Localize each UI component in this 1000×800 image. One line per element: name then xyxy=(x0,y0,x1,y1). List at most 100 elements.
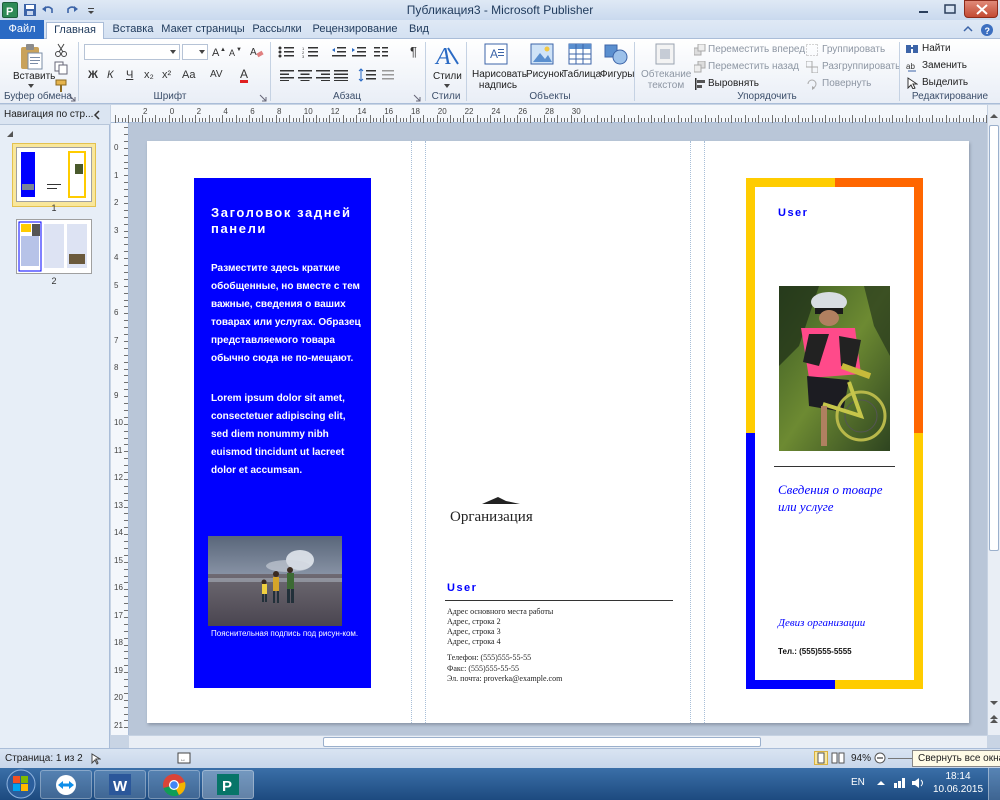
close-button[interactable] xyxy=(964,0,998,18)
tab-page-design[interactable]: Макет страницы xyxy=(160,22,246,39)
show-desktop-button[interactable] xyxy=(988,768,1000,800)
decrease-indent-icon[interactable] xyxy=(332,46,346,58)
tab-mailings[interactable]: Рассылки xyxy=(249,22,305,39)
back-panel-body-lorem[interactable]: Lorem ipsum dolor sit amet, consectetuer… xyxy=(211,390,363,480)
find-icon[interactable] xyxy=(906,43,918,55)
tab-review[interactable]: Рецензирование xyxy=(308,22,402,39)
italic-button[interactable]: К xyxy=(107,69,113,81)
show-paragraph-marks-button[interactable]: ¶ xyxy=(410,44,417,59)
select-icon[interactable] xyxy=(906,77,918,89)
subscript-button[interactable]: x₂ xyxy=(144,69,154,81)
font-name-combo[interactable] xyxy=(84,44,180,60)
table-icon[interactable] xyxy=(568,42,592,66)
underline-button[interactable]: Ч xyxy=(126,69,133,81)
back-panel-body-ru[interactable]: Разместите здесь краткие обобщенные, но … xyxy=(211,260,361,368)
network-icon[interactable] xyxy=(893,777,907,789)
minimize-ribbon-icon[interactable] xyxy=(962,23,974,35)
increase-indent-icon[interactable] xyxy=(352,46,366,58)
rotate-button[interactable]: Повернуть xyxy=(822,78,871,89)
shrink-font-icon[interactable]: A ▼ xyxy=(229,45,243,57)
horizontal-scrollbar[interactable] xyxy=(129,735,987,748)
beach-photo[interactable] xyxy=(208,536,342,626)
clock-time[interactable]: 18:14 xyxy=(936,771,980,782)
tab-view[interactable]: Вид xyxy=(404,22,434,39)
table-button[interactable]: Таблица xyxy=(562,69,601,80)
character-spacing-button[interactable]: AV xyxy=(210,69,223,80)
address-block[interactable]: Адрес основного места работы Адрес, стро… xyxy=(447,607,553,647)
organization-name[interactable]: Организация xyxy=(450,509,533,526)
horizontal-scroll-thumb[interactable] xyxy=(323,737,761,747)
front-user-name[interactable]: User xyxy=(778,207,808,219)
align-right-icon[interactable] xyxy=(316,69,330,81)
bold-button[interactable]: Ж xyxy=(88,69,98,81)
shapes-icon[interactable] xyxy=(604,42,628,66)
picture-button[interactable]: Рисунок xyxy=(526,69,564,80)
styles-dropdown-icon[interactable] xyxy=(444,84,450,88)
draw-textbox-icon[interactable]: A xyxy=(484,43,508,65)
collapse-nav-icon[interactable] xyxy=(92,109,102,121)
organization-logo-icon[interactable] xyxy=(482,497,520,505)
minimize-button[interactable] xyxy=(910,0,937,18)
volume-icon[interactable] xyxy=(911,777,925,789)
styles-button[interactable]: Стили xyxy=(433,71,462,82)
cursor-position-icon[interactable] xyxy=(91,753,101,765)
select-button[interactable]: Выделить xyxy=(922,77,968,88)
middle-user-name[interactable]: User xyxy=(447,582,477,594)
cut-icon[interactable] xyxy=(54,43,68,57)
send-backward-button[interactable]: Переместить назад xyxy=(708,61,799,72)
horizontal-ruler[interactable]: 2 0 2 4 6 8 10 12 14 16 18 20 22 24 26 28 30 xyxy=(111,105,1000,123)
replace-icon[interactable]: ab xyxy=(906,60,918,72)
styles-icon[interactable]: A xyxy=(434,42,460,70)
zoom-level[interactable]: 94% xyxy=(851,753,871,764)
tab-home[interactable]: Главная xyxy=(46,22,104,40)
two-page-view-icon[interactable] xyxy=(831,752,845,764)
object-size-icon[interactable]: ↔ xyxy=(177,752,191,764)
rotate-icon[interactable] xyxy=(806,78,818,90)
page-nav-arrows-icon[interactable] xyxy=(989,713,999,733)
picture-icon[interactable] xyxy=(530,42,554,66)
group-icon[interactable] xyxy=(806,44,818,56)
maximize-button[interactable] xyxy=(937,0,964,18)
bring-forward-icon[interactable] xyxy=(694,44,706,56)
bullets-icon[interactable] xyxy=(278,46,296,58)
align-icon[interactable] xyxy=(694,78,706,90)
find-button[interactable]: Найти xyxy=(922,43,951,54)
zoom-out-icon[interactable] xyxy=(874,752,886,764)
photo-caption[interactable]: Пояснительная подпись под рисун-ком. xyxy=(211,629,361,639)
publication-page[interactable]: Заголовок задней панели Разместите здесь… xyxy=(147,141,969,723)
start-button-icon[interactable] xyxy=(4,769,38,799)
wrap-text-button[interactable]: Обтекание текстом xyxy=(641,69,691,91)
replace-button[interactable]: Заменить xyxy=(922,60,967,71)
clock-date[interactable]: 10.06.2015 xyxy=(931,784,985,795)
single-page-view-icon[interactable] xyxy=(814,751,828,765)
nav-expand-icon[interactable] xyxy=(6,130,14,138)
ungroup-icon[interactable] xyxy=(806,61,818,73)
vertical-ruler[interactable]: 0 1 2 3 4 5 6 7 8 9 10 11 12 13 14 15 16 17 18 19 20 21 xyxy=(111,123,129,735)
font-color-button[interactable]: A xyxy=(240,68,249,83)
taskbar-word[interactable]: W xyxy=(94,770,146,799)
paste-dropdown-icon[interactable] xyxy=(28,84,34,88)
change-case-button[interactable]: Aa xyxy=(182,69,195,81)
wrap-text-icon[interactable] xyxy=(654,42,676,66)
superscript-button[interactable]: x² xyxy=(162,69,171,81)
grow-font-icon[interactable]: A ▲ xyxy=(212,45,226,57)
justify-icon[interactable] xyxy=(334,69,348,81)
taskbar-chrome[interactable] xyxy=(148,770,200,799)
taskbar-teamviewer[interactable] xyxy=(40,770,92,799)
scroll-up-icon[interactable] xyxy=(989,111,999,123)
shapes-button[interactable]: Фигуры xyxy=(600,69,634,80)
vertical-scrollbar[interactable] xyxy=(987,105,1000,735)
font-size-combo[interactable] xyxy=(182,44,208,60)
vertical-scroll-thumb[interactable] xyxy=(989,125,999,551)
copy-icon[interactable] xyxy=(54,61,68,75)
clear-formatting-icon[interactable]: A xyxy=(250,44,264,58)
paragraph-spacing-icon[interactable] xyxy=(382,69,398,81)
front-phone[interactable]: Тел.: (555)555-5555 xyxy=(778,647,852,656)
align-center-icon[interactable] xyxy=(298,69,312,81)
paste-button[interactable]: Вставить xyxy=(13,71,55,82)
draw-textbox-button[interactable]: Нарисовать надпись xyxy=(472,69,527,91)
front-panel-frame[interactable]: User Сведения о товаре или услуге Девиз … xyxy=(746,178,923,689)
send-backward-icon[interactable] xyxy=(694,61,706,73)
font-launcher-icon[interactable] xyxy=(259,94,267,102)
ungroup-button[interactable]: Разгруппировать xyxy=(822,61,900,72)
